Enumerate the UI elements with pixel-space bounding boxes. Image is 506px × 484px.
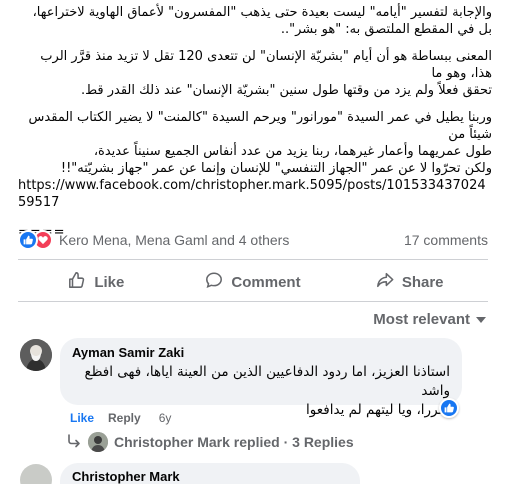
- comment-timestamp[interactable]: 6y: [159, 411, 172, 425]
- post-line: المعنى ببساطة هو أن أيام "بشريّة الإنسان…: [40, 49, 492, 81]
- comment-label: Comment: [231, 273, 301, 291]
- comment-bubble: Ayman Samir Zaki استاذنا العزيز، اما ردو…: [60, 338, 462, 418]
- divider: [18, 259, 488, 260]
- post-line: طول عمريهما وأعمار غيرهما، ربنا يزيد من …: [93, 144, 492, 159]
- like-reaction-icon: [18, 230, 38, 250]
- comment-count[interactable]: 17 comments: [404, 232, 488, 248]
- reactions-summary[interactable]: Kero Mena, Mena Gaml and 4 others: [18, 230, 289, 250]
- comment-button[interactable]: Comment: [175, 266, 332, 298]
- post-line: تحقق فعلاً ولم يزد من وقتها طول سنين "بش…: [80, 83, 492, 98]
- post-stats-bar: Kero Mena, Mena Gaml and 4 others 17 com…: [18, 228, 488, 252]
- caret-down-icon: [476, 311, 486, 328]
- divider: [18, 301, 488, 302]
- comment-icon: [205, 271, 223, 293]
- comment-author[interactable]: Ayman Samir Zaki: [72, 345, 450, 360]
- post-paragraph-2: المعنى ببساطة هو أن أيام "بشريّة الإنسان…: [18, 48, 492, 99]
- post-line: بل في المقطع الملتصق به: "هو بشر"..: [280, 22, 492, 37]
- avatar[interactable]: [20, 464, 52, 484]
- comment-author[interactable]: Christopher Mark: [72, 469, 348, 484]
- post-line: وربنا يطيل في عمر السيدة "مورانور" ويرحم…: [28, 110, 492, 142]
- reply-arrow-icon: [66, 433, 82, 451]
- comment-sort-dropdown[interactable]: Most relevant: [373, 311, 486, 328]
- comment-line: استاذنا العزيز، اما ردود الدفاعيين الذين…: [84, 364, 450, 399]
- post-line: ولكن تحرّوا لا عن عمر "الجهاز التنفسي" ل…: [60, 161, 492, 176]
- comment-bubble: Christopher Mark: [60, 463, 360, 484]
- thumbs-up-icon: [68, 271, 86, 293]
- avatar: [88, 432, 108, 452]
- like-label: Like: [94, 273, 125, 291]
- sort-label: Most relevant: [373, 311, 470, 328]
- comment-like-button[interactable]: Like: [70, 411, 94, 425]
- comment-like-reaction-icon[interactable]: [439, 398, 459, 418]
- replies-label: Christopher Mark replied · 3 Replies: [114, 434, 354, 450]
- post-paragraph-1: والإجابة لتفسير "أيامه" ليست بعيدة حتى ي…: [18, 4, 492, 38]
- post-actions: Like Comment Share: [18, 266, 488, 298]
- post-paragraph-3: وربنا يطيل في عمر السيدة "مورانور" ويرحم…: [18, 109, 492, 177]
- like-button[interactable]: Like: [18, 266, 175, 298]
- post-line: والإجابة لتفسير "أيامه" ليست بعيدة حتى ي…: [32, 5, 492, 20]
- reaction-icons: [18, 230, 53, 250]
- share-label: Share: [401, 273, 444, 291]
- share-button[interactable]: Share: [331, 266, 488, 298]
- comment-reply-button[interactable]: Reply: [108, 411, 141, 425]
- share-icon: [376, 271, 394, 293]
- post-link[interactable]: https://www.facebook.com/christopher.mar…: [18, 177, 492, 211]
- reactors-text[interactable]: Kero Mena, Mena Gaml and 4 others: [59, 232, 289, 248]
- post-body: والإجابة لتفسير "أيامه" ليست بعيدة حتى ي…: [0, 0, 506, 240]
- avatar[interactable]: [20, 339, 52, 371]
- comment-actions: Like Reply 6y: [70, 411, 171, 425]
- view-replies[interactable]: Christopher Mark replied · 3 Replies: [66, 432, 354, 452]
